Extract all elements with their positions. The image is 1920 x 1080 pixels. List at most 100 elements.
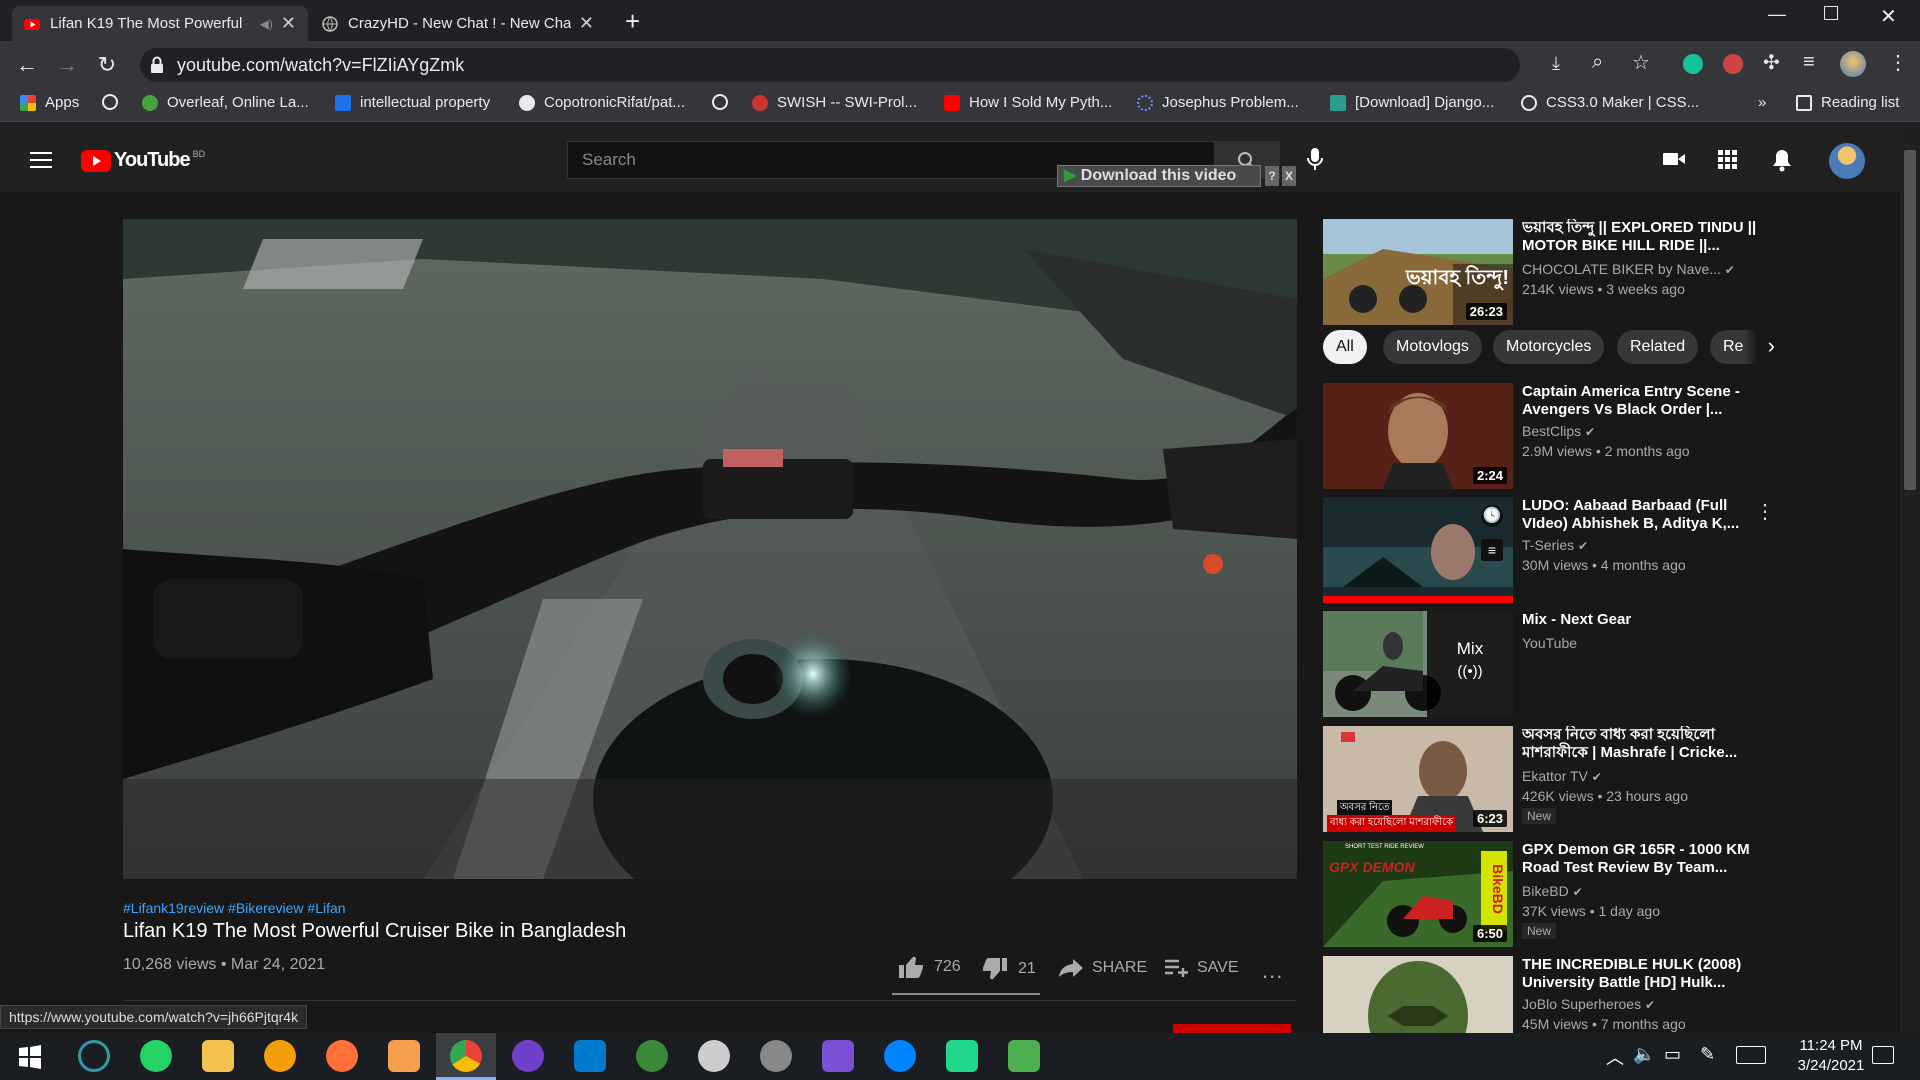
app-icon[interactable]: [388, 1040, 420, 1072]
youtube-logo[interactable]: YouTube BD: [81, 149, 205, 172]
recommendation-card[interactable]: ভয়াবহ তিন্দু! 26:23 ভয়াবহ তিন্দু || EX…: [1323, 219, 1773, 325]
zoom-icon[interactable]: ⌕: [1592, 51, 1603, 74]
bookmark-django[interactable]: [Download] Django...: [1330, 94, 1494, 111]
video-title[interactable]: GPX Demon GR 165R - 1000 KM Road Test Re…: [1522, 841, 1762, 877]
chip-related[interactable]: Related: [1617, 330, 1699, 364]
help-icon[interactable]: ?: [1265, 166, 1279, 186]
tray-chevron-icon[interactable]: ︿: [1606, 1044, 1624, 1070]
pycharm-icon[interactable]: [946, 1040, 978, 1072]
keyboard-icon[interactable]: [1736, 1046, 1766, 1064]
channel-name[interactable]: Ekattor TV ✔: [1522, 768, 1602, 784]
create-video-icon[interactable]: [1662, 150, 1686, 168]
account-avatar[interactable]: [1829, 143, 1865, 179]
messenger-icon[interactable]: [884, 1040, 916, 1072]
new-tab-icon[interactable]: +: [625, 6, 640, 37]
forward-icon[interactable]: →: [53, 51, 81, 79]
video-thumbnail[interactable]: অবসর নিতে বাধ্য করা হয়েছিলো মাশরাফীকে 6…: [1323, 726, 1513, 832]
back-icon[interactable]: ←: [13, 51, 41, 79]
restore-icon[interactable]: [1824, 6, 1838, 20]
video-title[interactable]: THE INCREDIBLE HULK (2008) University Ba…: [1522, 956, 1762, 992]
recommendation-card[interactable]: SHORT TEST RIDE REVIEW GPX DEMON BikeBD …: [1323, 841, 1773, 947]
bookmark-josephus[interactable]: Josephus Problem...: [1137, 94, 1299, 111]
channel-name[interactable]: CHOCOLATE BIKER by Nave... ✔: [1522, 261, 1735, 277]
bookmark-swish[interactable]: SWISH -- SWI-Prol...: [752, 94, 917, 111]
whatsapp-icon[interactable]: [140, 1040, 172, 1072]
video-thumbnail[interactable]: ভয়াবহ তিন্দু! 26:23: [1323, 219, 1513, 325]
recommendation-card[interactable]: THE INCREDIBLE HULK (2008) University Ba…: [1323, 956, 1773, 1033]
more-options-icon[interactable]: ⋮: [1755, 499, 1775, 524]
recommendation-card[interactable]: Mix ((•)) Mix - Next Gear YouTube: [1323, 611, 1773, 717]
network-icon[interactable]: ▭: [1664, 1044, 1681, 1065]
app-icon[interactable]: [1008, 1040, 1040, 1072]
pen-icon[interactable]: ✎: [1700, 1044, 1715, 1065]
video-thumbnail[interactable]: 2:24: [1323, 383, 1513, 489]
bookmark-overleaf[interactable]: Overleaf, Online La...: [142, 94, 309, 111]
notifications-icon[interactable]: [1872, 1046, 1894, 1064]
chip-next-arrow-icon[interactable]: ›: [1745, 330, 1775, 364]
video-thumbnail[interactable]: Mix ((•)): [1323, 611, 1513, 717]
audio-icon[interactable]: ◀): [260, 17, 273, 31]
github-desktop-icon[interactable]: [512, 1040, 544, 1072]
video-player[interactable]: [123, 219, 1297, 879]
app-icon[interactable]: [698, 1040, 730, 1072]
firefox-icon[interactable]: [326, 1040, 358, 1072]
windows-start-icon[interactable]: [18, 1045, 42, 1069]
chip-motovlogs[interactable]: Motovlogs: [1383, 330, 1482, 364]
grammarly-extension-icon[interactable]: [1683, 54, 1703, 74]
bookmark-globe-2[interactable]: [712, 94, 737, 110]
video-title[interactable]: অবসর নিতে বাধ্য করা হয়েছিলো মাশরাফীকে |…: [1522, 726, 1762, 762]
video-thumbnail[interactable]: [1323, 956, 1513, 1033]
bookmark-ip[interactable]: intellectual property: [335, 94, 490, 111]
channel-name[interactable]: T-Series ✔: [1522, 537, 1588, 553]
video-title[interactable]: Captain America Entry Scene - Avengers V…: [1522, 383, 1762, 419]
microphone-icon[interactable]: [1305, 147, 1325, 173]
download-video-bar[interactable]: ▶ Download this video ? X: [1057, 165, 1296, 187]
bookmark-star-icon[interactable]: ☆: [1632, 50, 1650, 75]
tab-youtube[interactable]: Lifan K19 The Most Powerful ◀) ✕: [12, 6, 308, 41]
bookmark-python[interactable]: How I Sold My Pyth...: [944, 94, 1112, 111]
chrome-icon[interactable]: [450, 1040, 482, 1072]
media-control-icon[interactable]: ≡: [1803, 51, 1815, 74]
minimize-icon[interactable]: —: [1768, 4, 1786, 25]
close-tab-icon[interactable]: ✕: [579, 13, 594, 34]
bookmark-globe[interactable]: [102, 94, 127, 110]
like-button[interactable]: 726: [898, 955, 961, 979]
file-explorer-icon[interactable]: [202, 1040, 234, 1072]
app-icon[interactable]: [760, 1040, 792, 1072]
vscode-icon[interactable]: [574, 1040, 606, 1072]
reading-list[interactable]: Reading list: [1796, 94, 1899, 111]
recommendation-card[interactable]: 🕓 ≡ LUDO: Aabaad Barbaad (Full VIdeo) Ab…: [1323, 497, 1775, 603]
more-actions-icon[interactable]: ...: [1262, 958, 1283, 984]
close-download-bar-icon[interactable]: X: [1282, 166, 1296, 186]
close-window-icon[interactable]: ✕: [1880, 4, 1897, 29]
install-icon[interactable]: ⤓: [1552, 53, 1560, 74]
channel-name[interactable]: BikeBD ✔: [1522, 883, 1583, 899]
subscribe-button[interactable]: [1173, 1024, 1291, 1033]
url-text[interactable]: youtube.com/watch?v=FlZIiAYgZmk: [177, 55, 464, 76]
chip-all[interactable]: All: [1323, 330, 1367, 364]
tab-crazyhd[interactable]: CrazyHD - New Chat ! - New Cha ✕: [310, 6, 606, 41]
scrollbar-thumb[interactable]: [1904, 150, 1916, 490]
watch-later-icon[interactable]: 🕓: [1481, 505, 1503, 527]
recommendation-card[interactable]: 2:24 Captain America Entry Scene - Aveng…: [1323, 383, 1773, 489]
visual-studio-icon[interactable]: [822, 1040, 854, 1072]
video-hashtags[interactable]: #Lifank19review #Bikereview #Lifan: [123, 900, 346, 916]
page-scrollbar[interactable]: [1900, 122, 1920, 1033]
lock-icon[interactable]: [150, 56, 164, 74]
bookmark-apps[interactable]: Apps: [20, 94, 79, 111]
channel-name[interactable]: BestClips ✔: [1522, 423, 1595, 439]
volume-icon[interactable]: 🔈: [1633, 1044, 1655, 1065]
recommendation-card[interactable]: অবসর নিতে বাধ্য করা হয়েছিলো মাশরাফীকে 6…: [1323, 726, 1773, 832]
cortana-icon[interactable]: [78, 1040, 110, 1072]
channel-name[interactable]: JoBlo Superheroes ✔: [1522, 996, 1655, 1012]
video-title[interactable]: Mix - Next Gear: [1522, 611, 1762, 629]
video-title[interactable]: LUDO: Aabaad Barbaad (Full VIdeo) Abhish…: [1522, 497, 1762, 533]
apps-grid-icon[interactable]: [1718, 150, 1738, 170]
share-button[interactable]: SHARE: [1058, 958, 1147, 978]
profile-avatar[interactable]: [1840, 51, 1866, 77]
reload-icon[interactable]: ↻: [93, 51, 121, 79]
dislike-button[interactable]: 21: [982, 957, 1036, 981]
channel-name[interactable]: YouTube: [1522, 635, 1577, 651]
puzzle-extensions-icon[interactable]: ✣: [1763, 50, 1780, 75]
save-button[interactable]: SAVE: [1165, 959, 1239, 977]
